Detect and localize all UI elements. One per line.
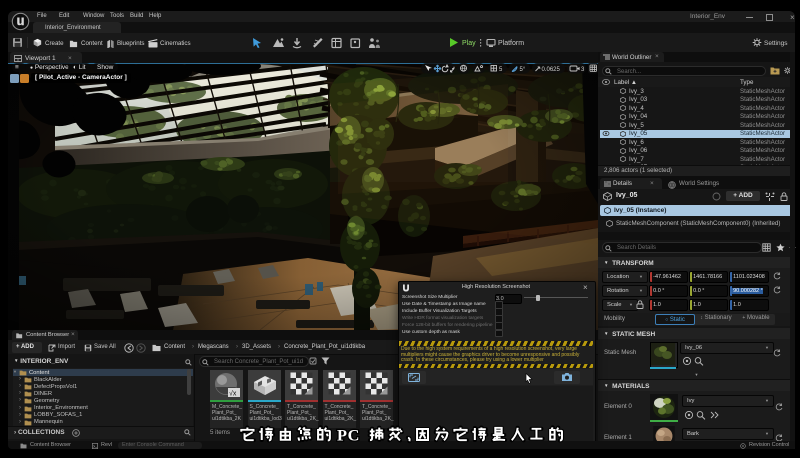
svg-text:Settings: Settings <box>764 40 788 47</box>
svg-text:√x: √x <box>229 390 237 398</box>
svg-text:Platforms: Platforms <box>498 40 524 47</box>
svg-text:0.0625: 0.0625 <box>542 67 561 73</box>
svg-text:5°: 5° <box>520 67 526 73</box>
svg-text:Play: Play <box>462 40 476 47</box>
svg-text:PC: PC <box>337 428 360 445</box>
